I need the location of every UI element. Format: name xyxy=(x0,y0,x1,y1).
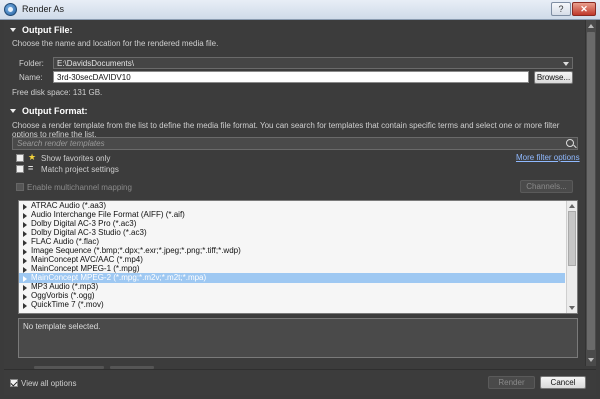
multichannel-label: Enable multichannel mapping xyxy=(27,183,132,192)
output-format-heading[interactable]: Output Format: xyxy=(10,106,88,116)
scroll-up-arrow-icon[interactable] xyxy=(569,204,575,208)
template-info-box: No template selected. xyxy=(18,318,578,358)
render-template-list[interactable]: ATRAC Audio (*.aa3) Audio Interchange Fi… xyxy=(18,200,578,314)
folder-label: Folder: xyxy=(19,59,44,68)
list-scrollbar[interactable] xyxy=(566,201,577,313)
options-panel: Output File: Choose the name and locatio… xyxy=(4,20,582,366)
list-item[interactable]: QuickTime 7 (*.mov) xyxy=(19,300,565,310)
free-disk-space: Free disk space: 131 GB. xyxy=(12,88,103,97)
browse-button[interactable]: Browse... xyxy=(534,71,573,84)
folder-dropdown[interactable]: E:\DavidsDocuments\ xyxy=(53,57,573,69)
scrollbar-thumb[interactable] xyxy=(568,211,576,266)
search-icon[interactable] xyxy=(566,139,574,147)
dialog-footer: View all options Render Cancel xyxy=(4,366,596,395)
folder-value: E:\DavidsDocuments\ xyxy=(57,59,134,68)
splitter-handle[interactable] xyxy=(34,366,104,369)
channels-button[interactable]: Channels... xyxy=(520,180,573,193)
more-filter-options-link[interactable]: More filter options xyxy=(516,153,580,162)
scroll-down-arrow-icon[interactable] xyxy=(588,358,594,362)
name-label: Name: xyxy=(19,73,43,82)
cancel-button[interactable]: Cancel xyxy=(540,376,586,389)
match-project-label: Match project settings xyxy=(41,165,119,174)
name-input[interactable]: 3rd-30secDAVIDV10 xyxy=(53,71,529,83)
output-file-heading[interactable]: Output File: xyxy=(10,25,73,35)
scrollbar-thumb[interactable] xyxy=(587,32,595,350)
multichannel-checkbox[interactable] xyxy=(16,183,24,191)
match-project-checkbox[interactable] xyxy=(16,165,24,173)
expand-triangle-icon[interactable] xyxy=(23,303,27,309)
splitter-handle[interactable] xyxy=(110,366,154,369)
chevron-down-icon xyxy=(563,62,569,66)
output-format-heading-label: Output Format: xyxy=(22,106,88,116)
scroll-down-arrow-icon[interactable] xyxy=(569,306,575,310)
equals-icon: = xyxy=(28,163,34,173)
list-item-label: Dolby Digital AC-3 Studio (*.ac3) xyxy=(31,228,147,237)
close-button[interactable]: ✕ xyxy=(572,2,596,16)
scroll-up-arrow-icon[interactable] xyxy=(588,24,594,28)
output-file-heading-label: Output File: xyxy=(22,25,73,35)
collapse-triangle-icon xyxy=(10,109,16,113)
render-button[interactable]: Render xyxy=(488,376,535,389)
collapse-triangle-icon xyxy=(10,28,16,32)
output-file-description: Choose the name and location for the ren… xyxy=(12,39,219,48)
window-title: Render As xyxy=(22,4,65,14)
title-bar: Render As ? ✕ xyxy=(0,0,600,20)
view-all-options-checkbox[interactable] xyxy=(10,379,18,387)
list-item-label: QuickTime 7 (*.mov) xyxy=(31,300,104,309)
list-item-label: MainConcept MPEG-2 (*.mpg;*.m2v;*.m2t;*.… xyxy=(31,273,207,282)
list-item-label: Image Sequence (*.bmp;*.dpx;*.exr;*.jpeg… xyxy=(31,246,241,255)
list-item-label: MP3 Audio (*.mp3) xyxy=(31,282,99,291)
search-placeholder: Search render templates xyxy=(17,139,105,148)
show-favorites-label: Show favorites only xyxy=(41,154,111,163)
list-item-label: Dolby Digital AC-3 Pro (*.ac3) xyxy=(31,219,137,228)
search-templates-input[interactable]: Search render templates xyxy=(12,137,578,150)
list-item-label: MainConcept MPEG-1 (*.mpg) xyxy=(31,264,140,273)
help-button[interactable]: ? xyxy=(551,2,571,16)
list-item-label: OggVorbis (*.ogg) xyxy=(31,291,95,300)
list-item-label: FLAC Audio (*.flac) xyxy=(31,237,100,246)
list-item-label: ATRAC Audio (*.aa3) xyxy=(31,201,106,210)
vegas-app-icon xyxy=(4,3,17,16)
list-item-label: MainConcept AVC/AAC (*.mp4) xyxy=(31,255,143,264)
list-item-label: Audio Interchange File Format (AIFF) (*.… xyxy=(31,210,185,219)
show-favorites-checkbox[interactable] xyxy=(16,154,24,162)
dialog-scrollbar[interactable] xyxy=(585,20,596,366)
render-as-dialog: Output File: Choose the name and locatio… xyxy=(4,20,596,395)
view-all-options-label: View all options xyxy=(21,379,77,388)
star-icon: ★ xyxy=(28,152,37,162)
